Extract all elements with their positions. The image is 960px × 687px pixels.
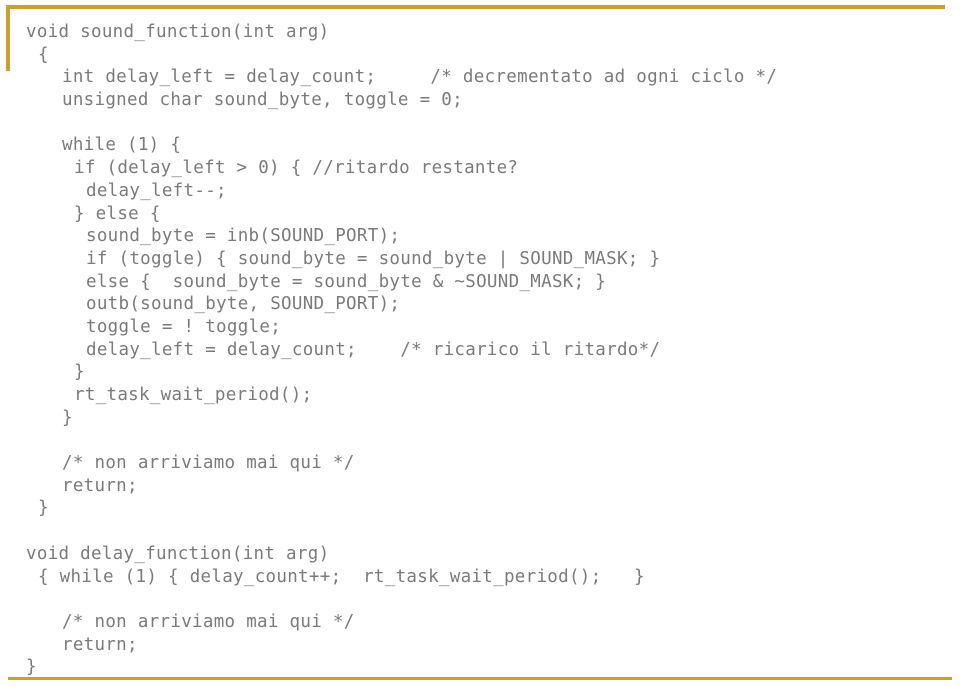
code-line: return; xyxy=(62,634,138,655)
code-line: else { sound_byte = sound_byte & ~SOUND_… xyxy=(86,271,607,292)
code-line: } else { xyxy=(74,203,161,224)
code-line: } xyxy=(26,657,37,678)
gold-top-rule xyxy=(6,5,945,9)
code-line: unsigned char sound_byte, toggle = 0; xyxy=(62,90,463,111)
code-line: outb(sound_byte, SOUND_PORT); xyxy=(86,294,401,315)
code-line: delay_left = delay_count; /* ricarico il… xyxy=(86,339,661,360)
code-line: void delay_function(int arg) xyxy=(26,543,330,564)
code-line: delay_left--; xyxy=(86,180,227,201)
code-line: if (delay_left > 0) { //ritardo restante… xyxy=(74,158,519,179)
code-line: { xyxy=(38,44,49,65)
code-line: } xyxy=(62,407,73,428)
code-line: /* non arriviamo mai qui */ xyxy=(62,453,355,474)
code-line: int delay_left = delay_count; /* decreme… xyxy=(62,67,778,88)
code-line: } xyxy=(74,362,85,383)
code-line: sound_byte = inb(SOUND_PORT); xyxy=(86,226,401,247)
code-line: toggle = ! toggle; xyxy=(86,316,282,337)
code-line: if (toggle) { sound_byte = sound_byte | … xyxy=(86,248,661,269)
code-line: while (1) { xyxy=(62,135,182,156)
code-line: /* non arriviamo mai qui */ xyxy=(62,611,355,632)
code-line: return; xyxy=(62,475,138,496)
code-line: { while (1) { delay_count++; rt_task_wai… xyxy=(38,566,645,587)
code-line: rt_task_wait_period(); xyxy=(74,385,313,405)
code-block: void sound_function(int arg){ int delay_l… xyxy=(0,13,960,679)
code-line: void sound_function(int arg) xyxy=(26,22,330,42)
code-line: } xyxy=(38,498,49,519)
